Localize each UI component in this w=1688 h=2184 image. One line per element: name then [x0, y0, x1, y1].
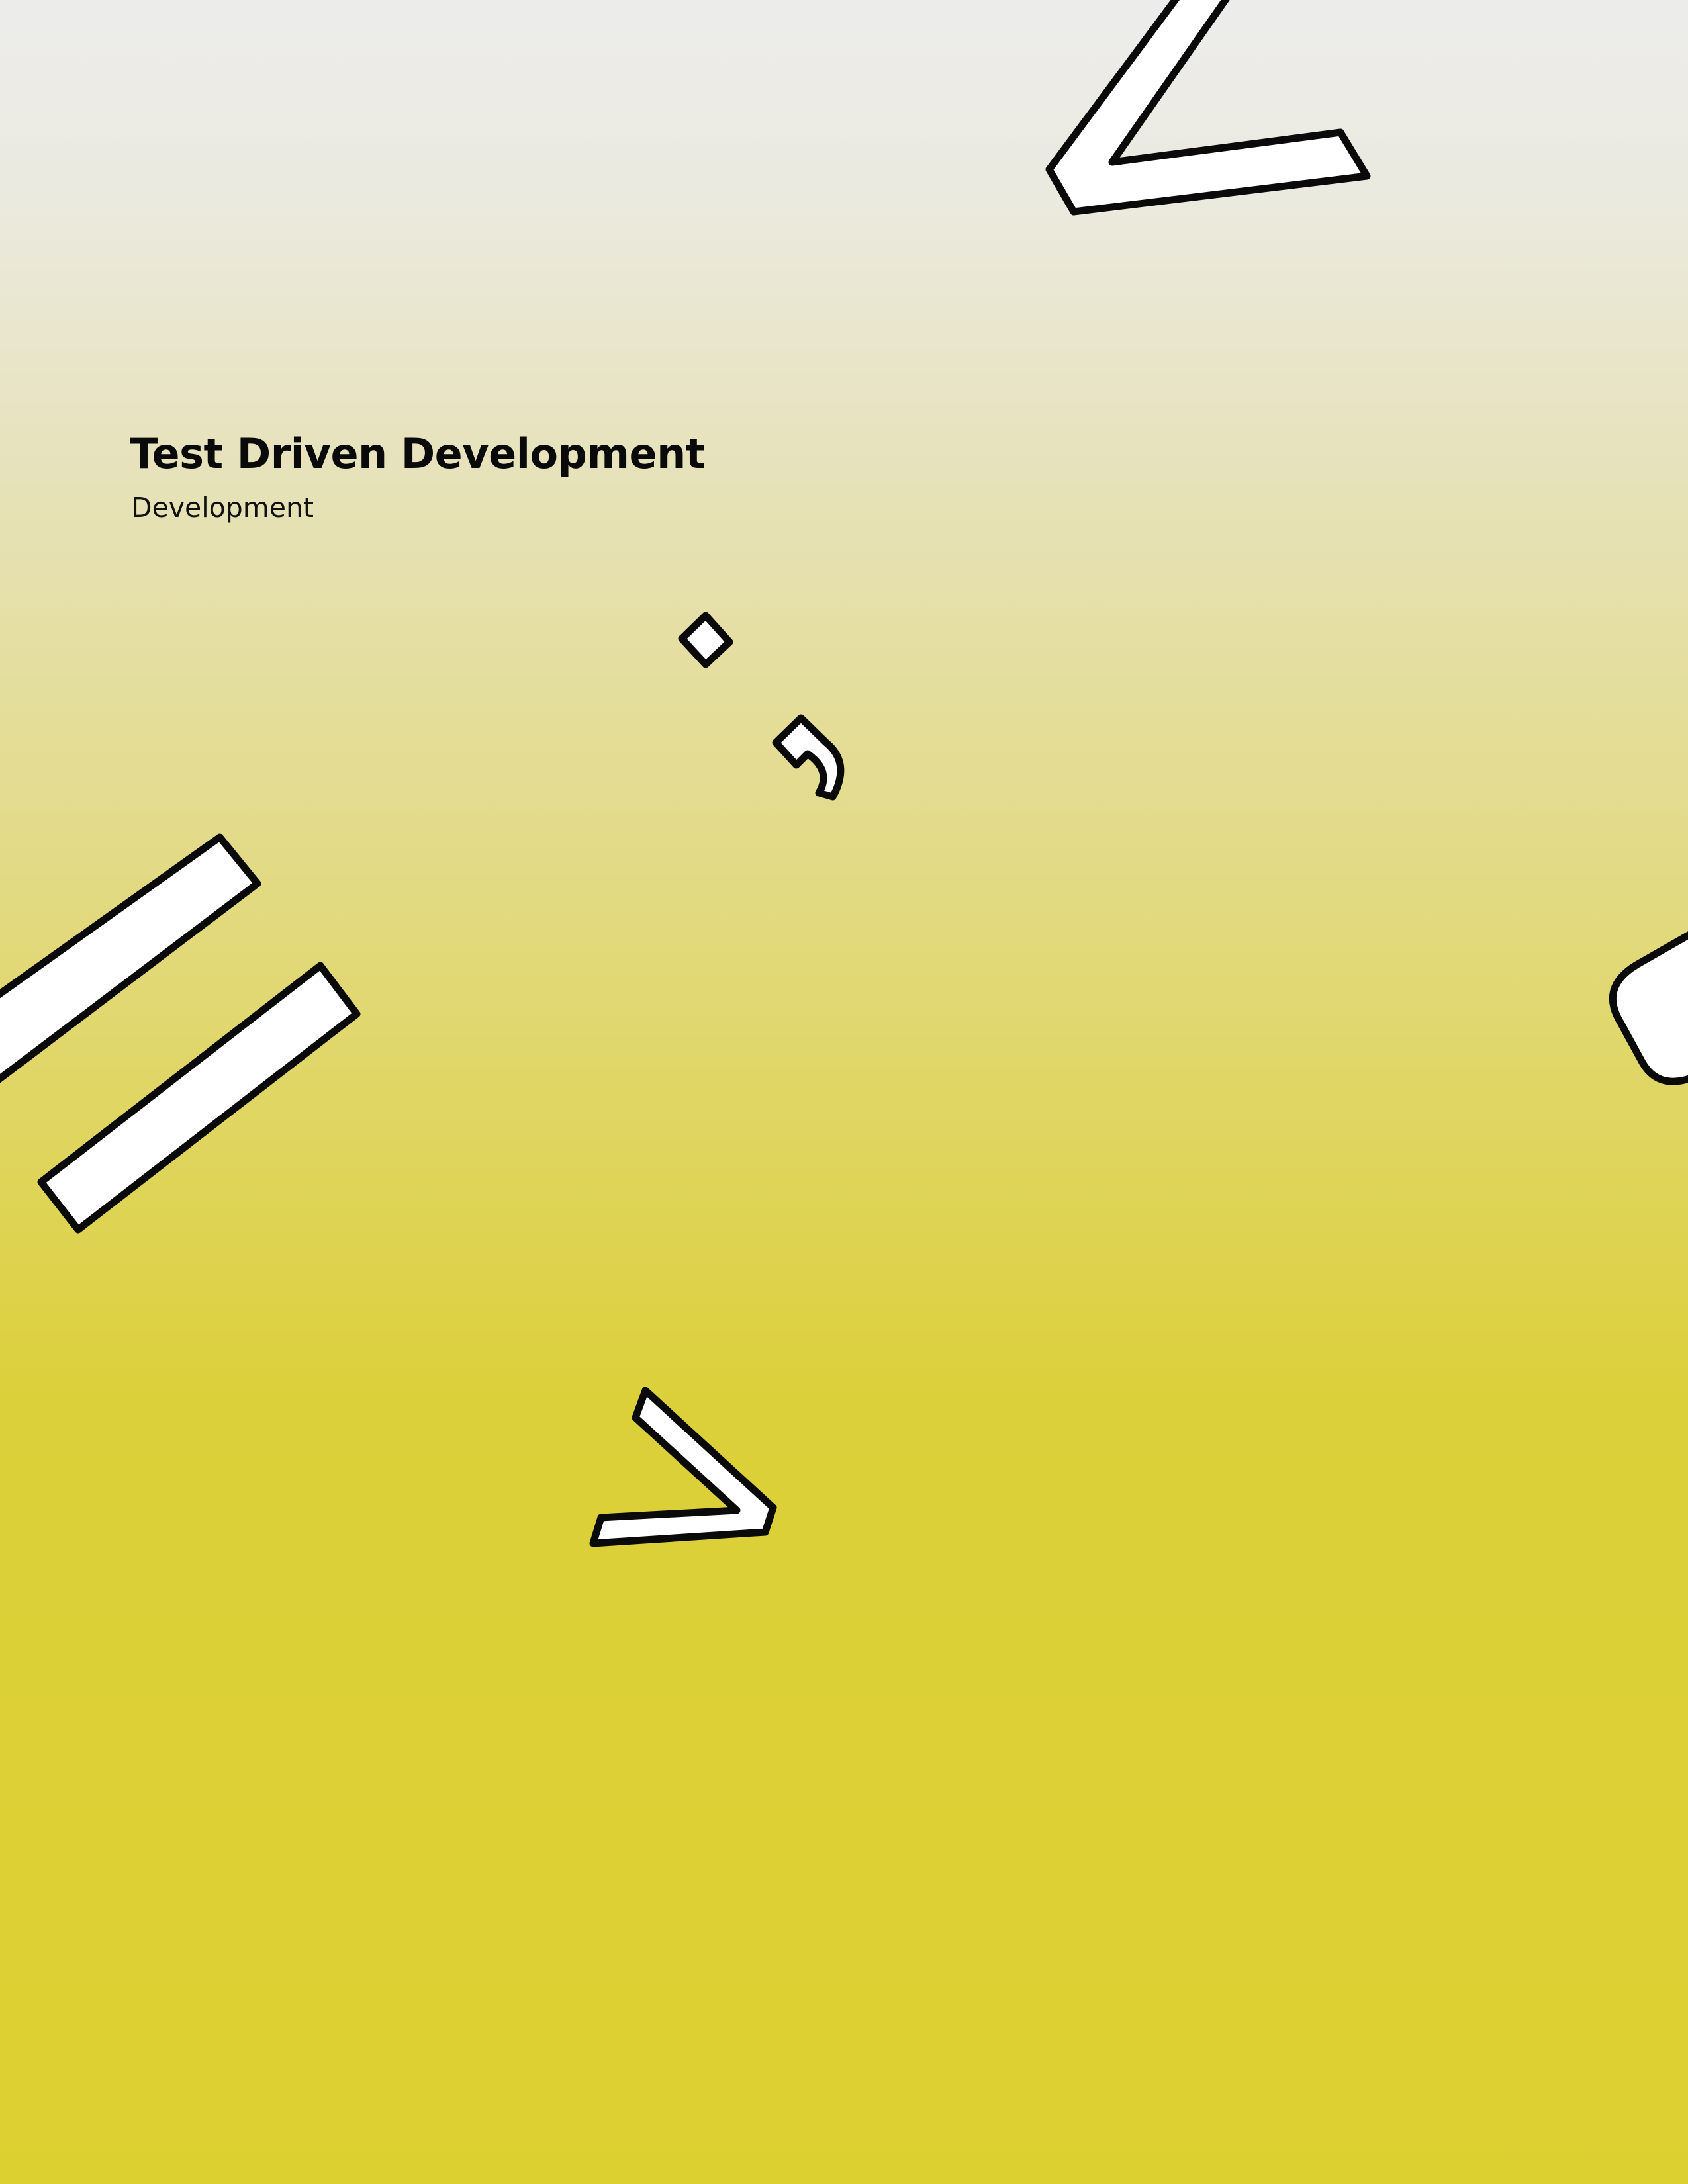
diamond-shape: [678, 612, 733, 668]
cover-page: Test Driven Development Development: [0, 0, 1688, 2184]
document-subtitle: Development: [131, 492, 314, 524]
document-title: Test Driven Development: [130, 430, 705, 478]
decorative-shapes: [0, 0, 1688, 1547]
title-block: Test Driven Development Development: [130, 430, 1056, 524]
chevron-shape-top: [1045, 0, 1371, 216]
hook-shape: [772, 714, 845, 801]
chevron-shape-bottom: [589, 1387, 777, 1547]
rounded-block-shape: [1609, 931, 1688, 1085]
